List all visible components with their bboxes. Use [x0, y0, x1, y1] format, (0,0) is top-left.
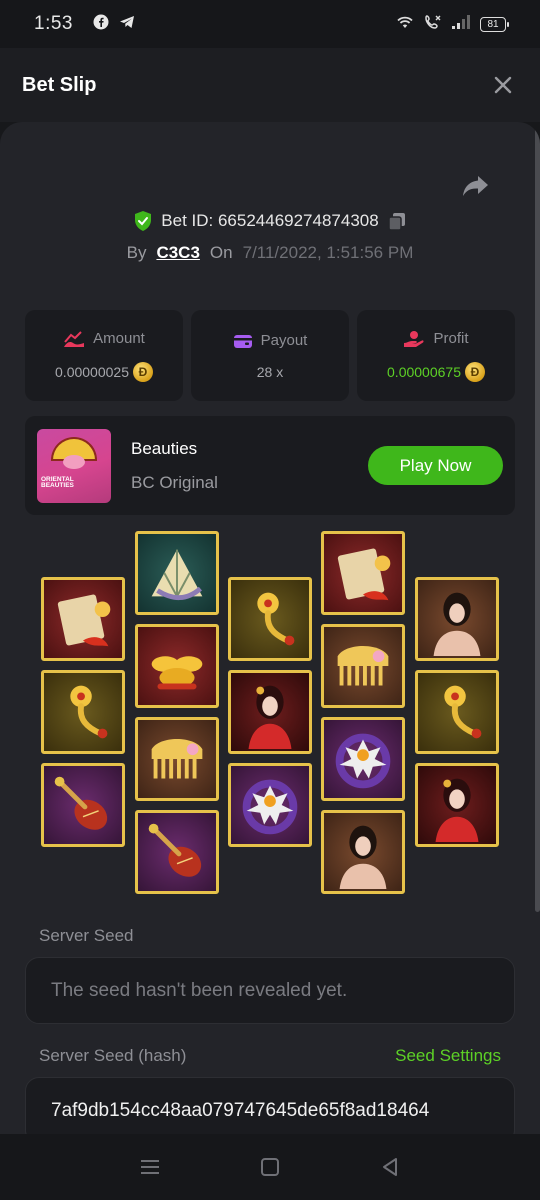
- pipa-lute-symbol: [41, 763, 125, 847]
- telegram-icon: [119, 14, 135, 35]
- reel-column: [321, 531, 405, 903]
- home-button[interactable]: [255, 1152, 285, 1182]
- recent-apps-button[interactable]: [135, 1152, 165, 1182]
- bet-id-row: Bet ID: 66524469274874308: [0, 210, 540, 232]
- bet-meta-row: By C3C3 On 7/11/2022, 1:51:56 PM: [0, 243, 540, 263]
- hash-label: Server Seed (hash): [39, 1046, 187, 1065]
- system-nav-bar: [0, 1134, 540, 1200]
- coin-icon: Ð: [464, 361, 485, 382]
- seed-settings-link[interactable]: Seed Settings: [395, 1046, 501, 1066]
- reel-column: [135, 531, 219, 903]
- profit-stat: Profit 0.00000675 Ð: [357, 310, 515, 401]
- scrollbar[interactable]: [535, 122, 540, 912]
- jade-comb-symbol: [321, 624, 405, 708]
- folding-fan-symbol: [135, 531, 219, 615]
- beauty-red-symbol: [415, 763, 499, 847]
- fan-koi-symbol: [41, 577, 125, 661]
- signal-icon: [451, 14, 471, 35]
- jade-hairpin-symbol: [41, 670, 125, 754]
- on-label: On: [209, 243, 233, 262]
- back-button[interactable]: [375, 1152, 405, 1182]
- amount-icon: [64, 330, 85, 347]
- server-seed-label: Server Seed: [39, 926, 134, 945]
- lotus-ring-symbol: [321, 717, 405, 801]
- bet-slip-header: Bet Slip: [0, 48, 540, 122]
- beauty-red-symbol: [228, 670, 312, 754]
- server-seed-hash-field[interactable]: 7af9db154cc48aa079747645de65f8ad18464: [25, 1077, 515, 1134]
- profit-icon: [404, 330, 425, 347]
- play-now-button[interactable]: Play Now: [368, 446, 503, 485]
- status-bar: 1:53 81: [0, 0, 540, 48]
- user-link[interactable]: C3C3: [156, 243, 199, 263]
- amount-stat: Amount 0.00000025 Ð: [25, 310, 183, 401]
- back-triangle-icon: [383, 1158, 397, 1176]
- jade-comb-symbol: [135, 717, 219, 801]
- fan-koi-symbol: [321, 531, 405, 615]
- notification-icons: [93, 14, 135, 35]
- game-name: Beauties: [131, 438, 198, 458]
- system-icons: 81: [395, 14, 509, 35]
- coin-icon: Ð: [132, 361, 153, 382]
- verified-shield-icon: [135, 211, 152, 231]
- close-button[interactable]: [488, 70, 518, 100]
- jade-hairpin-symbol: [228, 577, 312, 661]
- thumbnail-title: ORIENTAL BEAUTIES: [41, 475, 74, 490]
- by-label: By: [126, 243, 147, 262]
- game-provider: BC Original: [131, 472, 218, 492]
- reel-column: [228, 577, 312, 856]
- facebook-icon: [93, 14, 109, 35]
- battery-icon: 81: [480, 16, 509, 32]
- menu-icon: [141, 1160, 159, 1174]
- game-thumbnail[interactable]: ORIENTAL BEAUTIES: [37, 428, 111, 503]
- payout-value: 28 x: [256, 363, 284, 380]
- pipa-lute-symbol: [135, 810, 219, 894]
- payout-stat: Payout 28 x: [191, 310, 349, 401]
- gold-ingots-symbol: [135, 624, 219, 708]
- profit-value: 0.00000675: [387, 363, 461, 380]
- status-time: 1:53: [34, 13, 73, 34]
- copy-icon[interactable]: [387, 211, 407, 231]
- wifi-icon: [395, 14, 415, 35]
- flower-icon: [63, 454, 85, 469]
- bet-id: Bet ID: 66524469274874308: [161, 211, 379, 230]
- game-card: ORIENTAL BEAUTIES Beauties BC Original P…: [25, 416, 515, 515]
- beauty-bare-symbol: [415, 577, 499, 661]
- amount-value: 0.00000025: [55, 363, 129, 380]
- share-icon[interactable]: [460, 170, 490, 200]
- bet-date: 7/11/2022, 1:51:56 PM: [242, 243, 414, 262]
- server-seed-field[interactable]: The seed hasn't been revealed yet.: [25, 957, 515, 1024]
- amount-label: Amount: [93, 330, 145, 347]
- lotus-ring-symbol: [228, 763, 312, 847]
- profit-label: Profit: [433, 330, 469, 347]
- call-icon: [424, 14, 442, 35]
- page-title: Bet Slip: [22, 73, 97, 96]
- square-icon: [261, 1158, 279, 1176]
- payout-label: Payout: [260, 332, 308, 349]
- reel-column: [415, 577, 499, 856]
- wallet-icon: [233, 334, 252, 348]
- jade-hairpin-symbol: [415, 670, 499, 754]
- close-icon: [494, 76, 512, 94]
- bet-stats: Amount 0.00000025 Ð Payout 28 x Profit 0…: [25, 310, 515, 401]
- bet-detail-panel: Bet ID: 66524469274874308 By C3C3 On 7/1…: [0, 122, 540, 1134]
- reel-column: [41, 577, 125, 856]
- beauty-bare-symbol: [321, 810, 405, 894]
